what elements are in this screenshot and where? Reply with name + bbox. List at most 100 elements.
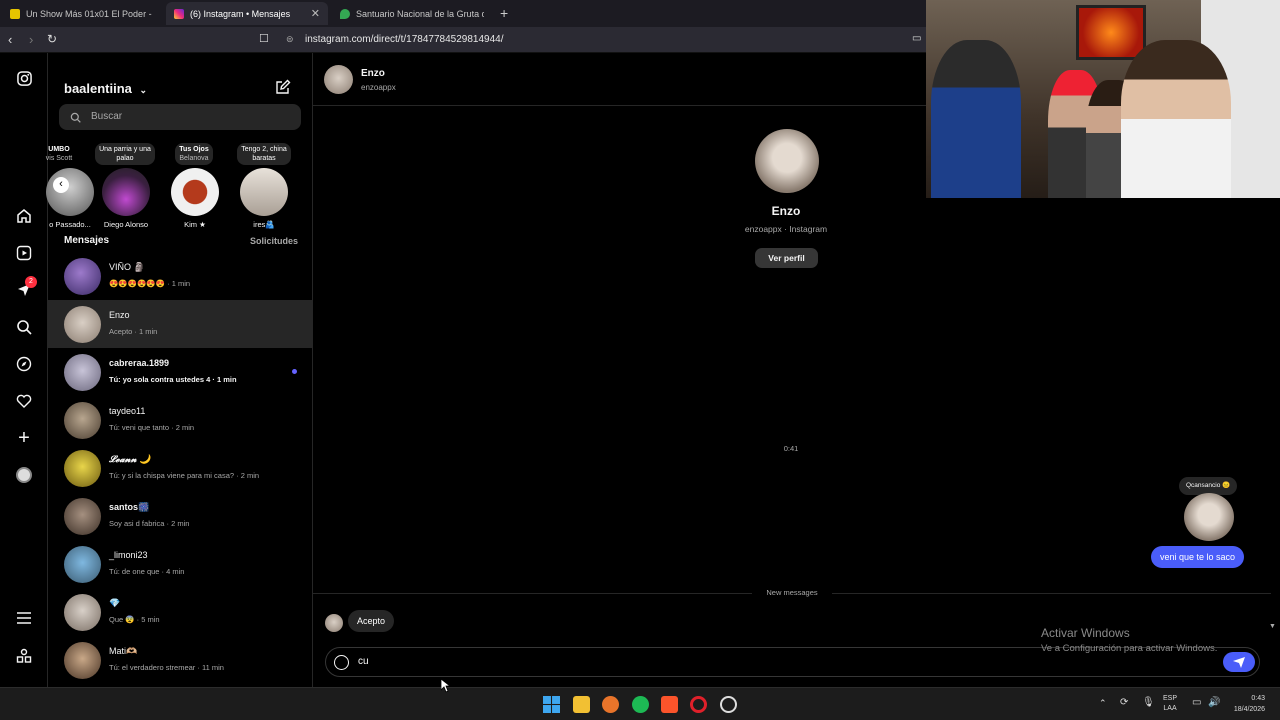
- requests-link[interactable]: Solicitudes: [250, 236, 298, 246]
- new-tab-button[interactable]: +: [500, 5, 508, 21]
- clock-date: 18/4/2026: [1233, 706, 1265, 713]
- webcam-overlay: [926, 0, 1280, 198]
- conversation-name: taydeo11: [109, 406, 146, 416]
- conversation-item[interactable]: taydeo11 Tú: veni que tanto · 2 min: [48, 396, 313, 444]
- opera-icon[interactable]: [690, 696, 707, 713]
- conversation-name: 💎: [109, 598, 121, 608]
- conversation-preview: Tú: de one que · 4 min: [109, 567, 185, 576]
- conversation-name: Enzo: [109, 310, 130, 320]
- story-avatar[interactable]: Kim ★: [160, 168, 230, 229]
- chat-contact-name[interactable]: Enzo: [361, 68, 385, 79]
- conversation-item[interactable]: Mati🫶🏼 Tú: el verdadero stremear · 11 mi…: [48, 636, 313, 684]
- back-icon[interactable]: ‹: [8, 32, 12, 47]
- new-message-compose-icon[interactable]: [275, 79, 291, 100]
- profile-avatar: [755, 129, 819, 193]
- meta-apps-icon[interactable]: [15, 647, 33, 665]
- language-indicator[interactable]: ESP LAA: [1163, 694, 1177, 714]
- story-avatar[interactable]: Diego Alonso: [91, 168, 161, 229]
- menu-hamburger-icon[interactable]: [15, 609, 33, 627]
- avatar: [64, 354, 101, 391]
- metamask-icon[interactable]: [602, 696, 619, 713]
- search-icon: [70, 110, 81, 128]
- tab-instagram[interactable]: (6) Instagram • Mensajes ✕: [166, 2, 328, 25]
- close-tab-icon[interactable]: ✕: [311, 7, 320, 20]
- messages-heading: Mensajes: [64, 235, 110, 246]
- mouse-cursor-icon: [440, 678, 452, 698]
- avatar[interactable]: [324, 65, 353, 94]
- received-message-bubble[interactable]: Acepto: [348, 610, 395, 632]
- cast-icon[interactable]: ▭: [912, 33, 921, 44]
- conversation-item[interactable]: Enzo Acepto · 1 min: [48, 300, 313, 348]
- explore-icon[interactable]: [15, 355, 33, 373]
- reels-icon[interactable]: [15, 244, 33, 262]
- conversation-item[interactable]: cabreraa.1899 Tú: yo sola contra ustedes…: [48, 348, 313, 396]
- sync-icon[interactable]: ⟳: [1120, 697, 1128, 708]
- account-switcher[interactable]: baalentiina ⌄: [64, 81, 147, 96]
- conversation-name: 𝓛𝓮𝓪𝓷𝓷 🌙: [109, 454, 151, 464]
- conversation-preview: Que 😨 · 5 min: [109, 615, 160, 624]
- volume-icon[interactable]: 🔊: [1208, 697, 1220, 708]
- note-subtext: vis Scott: [45, 155, 73, 162]
- brave-browser-icon[interactable]: [661, 696, 678, 713]
- view-profile-button[interactable]: Ver perfil: [755, 248, 818, 268]
- notifications-heart-icon[interactable]: [15, 392, 33, 410]
- note-bubble[interactable]: Tengo 2, china baratas: [233, 143, 295, 165]
- conversation-item[interactable]: VIÑO 🗿 😍😍😍😍😍😍 · 1 min: [48, 252, 313, 300]
- app-icon[interactable]: [720, 696, 737, 713]
- activate-windows-watermark: Activar Windows Ve a Configuración para …: [1041, 626, 1217, 654]
- windows-taskbar: ⌃ ⟳ 🎙 ESP LAA ▭ 🔊 0:43 18/4/2026: [0, 687, 1280, 720]
- search-icon[interactable]: [15, 318, 33, 336]
- conversation-item[interactable]: 𝓛𝓮𝓪𝓷𝓷 🌙 Tú: y si la chispa viene para mi…: [48, 444, 313, 492]
- file-explorer-icon[interactable]: [573, 696, 590, 713]
- avatar: [64, 402, 101, 439]
- send-button[interactable]: [1223, 652, 1255, 672]
- story-avatar[interactable]: ires🫂: [229, 168, 299, 229]
- person-silhouette: [931, 40, 1021, 198]
- scroll-down-icon[interactable]: ▼: [1265, 623, 1280, 637]
- tab-show[interactable]: Un Show Más 01x01 El Poder - Mis C: [2, 2, 162, 25]
- message-input[interactable]: cu: [358, 656, 369, 667]
- clock[interactable]: 0:43 18/4/2026: [1225, 693, 1265, 715]
- new-messages-label: New messages: [752, 588, 832, 597]
- create-plus-icon[interactable]: +: [15, 427, 33, 449]
- profile-avatar-icon[interactable]: [15, 466, 33, 484]
- windows-start-icon[interactable]: [543, 696, 560, 713]
- network-icon[interactable]: ▭: [1192, 697, 1201, 708]
- tab-title: Santuario Nacional de la Gruta de Lo: [356, 8, 484, 19]
- emoji-picker-icon[interactable]: [334, 655, 349, 670]
- watermark-title: Activar Windows: [1041, 626, 1130, 640]
- conversation-preview: Tú: el verdadero stremear · 11 min: [109, 663, 224, 672]
- map-pin-icon: [340, 8, 350, 19]
- conversation-preview: 😍😍😍😍😍😍 · 1 min: [109, 279, 191, 288]
- home-icon[interactable]: [15, 207, 33, 225]
- clock-time: 0:43: [1251, 695, 1265, 702]
- tab-maps[interactable]: Santuario Nacional de la Gruta de Lo: [332, 2, 492, 25]
- sent-message-bubble[interactable]: veni que te lo saco: [1151, 546, 1245, 568]
- language-layout: LAA: [1163, 705, 1177, 712]
- conversation-preview: Soy asi d fabrica · 2 min: [109, 519, 190, 528]
- conversation-item[interactable]: _limoni23 Tú: de one que · 4 min: [48, 540, 313, 588]
- note-text: Tengo 2, china: [241, 146, 287, 153]
- messages-icon[interactable]: 2: [15, 276, 37, 299]
- chevron-up-icon[interactable]: ⌃: [1099, 698, 1107, 709]
- url-field[interactable]: instagram.com/direct/t/17847784529814944…: [305, 34, 503, 45]
- site-info-icon[interactable]: ⊜: [286, 34, 294, 45]
- note-bubble[interactable]: Tus Ojos Belanova: [163, 143, 225, 165]
- note-bubble[interactable]: UMBO vis Scott: [28, 143, 90, 165]
- conversation-item[interactable]: santos🎆 Soy asi d fabrica · 2 min: [48, 492, 313, 540]
- microphone-icon[interactable]: 🎙: [1142, 697, 1155, 708]
- bookmark-icon[interactable]: ☐: [259, 32, 269, 45]
- note-subtext: Belanova: [179, 155, 209, 162]
- note-bubble[interactable]: Una parria y una palao: [94, 143, 156, 165]
- chevron-down-icon: ⌄: [139, 85, 148, 95]
- conversation-item[interactable]: 💎 Que 😨 · 5 min: [48, 588, 313, 636]
- instagram-logo-icon[interactable]: [15, 69, 33, 87]
- note-text: Una parria y una: [99, 146, 151, 153]
- search-input[interactable]: Buscar: [59, 104, 301, 130]
- forward-icon[interactable]: ›: [29, 32, 33, 47]
- scroll-left-arrow-icon[interactable]: ‹: [53, 177, 69, 193]
- avatar: [64, 450, 101, 487]
- reload-icon[interactable]: ↻: [47, 32, 57, 46]
- spotify-icon[interactable]: [632, 696, 649, 713]
- shared-story-thumbnail[interactable]: [1184, 493, 1234, 541]
